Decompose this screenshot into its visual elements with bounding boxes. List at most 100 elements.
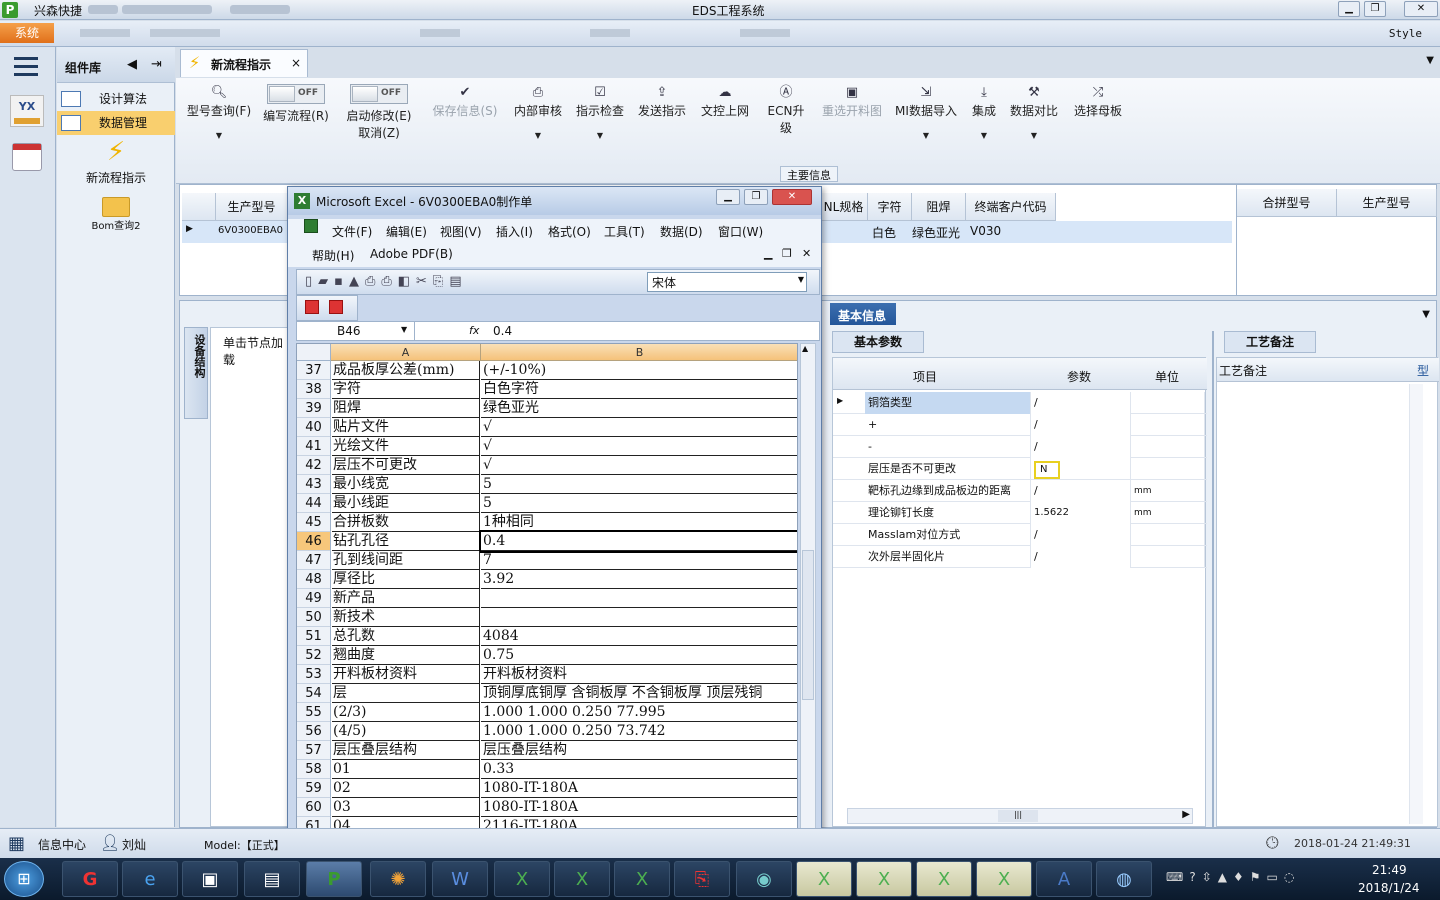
formula-input[interactable]: 0.4	[493, 322, 512, 340]
param-row[interactable]: 层压是否不可更改 N	[833, 458, 1207, 480]
cell-b[interactable]: 5	[481, 475, 797, 494]
row-header[interactable]: 51	[297, 627, 331, 646]
tab-craft-notes[interactable]: 工艺备注	[1224, 331, 1316, 353]
cell-a[interactable]: 03	[332, 798, 480, 817]
component-item-design-algorithm[interactable]: 设计算法	[57, 87, 175, 111]
row-header[interactable]: 39	[297, 399, 331, 418]
menu-edit[interactable]: 编辑(E)	[386, 223, 427, 240]
select-motherboard-button[interactable]: ⤮ 选择母板	[1070, 84, 1126, 154]
taskbar-shell-icon[interactable]: ✺	[370, 861, 426, 897]
cell-b[interactable]: 开料板材资料	[481, 665, 797, 684]
menu-tools[interactable]: 工具(T)	[604, 223, 645, 240]
column-header-a[interactable]: A	[331, 344, 481, 361]
tray-icons[interactable]: ⌨?⇳▲♦⚑▭◌	[1166, 870, 1300, 884]
collapse-left-icon[interactable]: ◀	[127, 57, 137, 72]
scroll-thumb[interactable]: |||	[998, 810, 1038, 822]
chevron-down-icon[interactable]: ▼	[798, 275, 804, 284]
craft-vertical-scrollbar[interactable]	[1409, 384, 1423, 824]
param-row[interactable]: Masslam对位方式 /	[833, 524, 1207, 546]
row-header[interactable]: 45	[297, 513, 331, 532]
cell-b[interactable]: 1080-IT-180A	[481, 798, 797, 817]
horizontal-scrollbar[interactable]: ||| ▶	[847, 808, 1193, 824]
taskbar-excel-icon[interactable]: X	[976, 861, 1032, 897]
scroll-up-icon[interactable]: ▲	[802, 344, 808, 353]
cell-b[interactable]: 3.92	[481, 570, 797, 589]
row-header[interactable]: 59	[297, 779, 331, 798]
taskbar-ie-icon[interactable]: e	[122, 861, 178, 897]
taskbar-excel-icon[interactable]: X	[614, 861, 670, 897]
system-button[interactable]: 系统	[0, 23, 54, 43]
row-header[interactable]: 49	[297, 589, 331, 608]
row-header[interactable]: 38	[297, 380, 331, 399]
cell-a[interactable]: (4/5)	[332, 722, 480, 741]
pdf-mail-icon[interactable]	[329, 300, 343, 314]
close-button[interactable]: ✕	[1404, 1, 1438, 17]
reselect-cutting-button[interactable]: ▣ 重选开料图	[820, 84, 884, 154]
row-header[interactable]: 58	[297, 760, 331, 779]
toggle-switch[interactable]: OFF	[267, 84, 325, 104]
cell-b[interactable]: 1.000 1.000 0.250 73.742	[481, 722, 797, 741]
taskbar-excel-icon[interactable]: X	[916, 861, 972, 897]
row-header[interactable]: 40	[297, 418, 331, 437]
instruction-check-button[interactable]: ☑ 指示检查 ▼	[574, 84, 626, 154]
param-value[interactable]: 1.5622	[1031, 502, 1131, 524]
name-box-dropdown-icon[interactable]: ▼	[401, 325, 407, 334]
row-header[interactable]: 50	[297, 608, 331, 627]
param-row[interactable]: + /	[833, 414, 1207, 436]
info-center-label[interactable]: 信息中心	[38, 836, 86, 853]
cell-a[interactable]: 光绘文件	[332, 437, 480, 456]
taskbar-app-g[interactable]: G	[62, 861, 118, 897]
row-header[interactable]: 44	[297, 494, 331, 513]
yx-factory-icon[interactable]: YX	[10, 95, 44, 127]
taskbar-eye-icon[interactable]: ◉	[736, 861, 792, 897]
start-button[interactable]: ⊞	[4, 861, 44, 897]
cell-b[interactable]	[481, 608, 797, 627]
cell-b[interactable]: √	[481, 437, 797, 456]
cell-a[interactable]: 翘曲度	[332, 646, 480, 665]
save-info-button[interactable]: ✔ 保存信息(S)	[430, 84, 500, 154]
toggle-switch[interactable]: OFF	[350, 84, 408, 104]
send-instruction-button[interactable]: ⇪ 发送指示	[636, 84, 688, 154]
cell-a[interactable]: 层	[332, 684, 480, 703]
vertical-tab-device-structure[interactable]: 设备结构	[184, 327, 208, 419]
cell-a[interactable]: 总孔数	[332, 627, 480, 646]
cell-a[interactable]: 层压不可更改	[332, 456, 480, 475]
integrate-button[interactable]: ⤓ 集成 ▼	[968, 84, 1000, 154]
menu-help[interactable]: 帮助(H)	[312, 247, 354, 264]
minimize-button[interactable]: ▁	[1338, 1, 1360, 17]
cell-a[interactable]: 02	[332, 779, 480, 798]
row-header[interactable]: 46	[297, 532, 331, 551]
section-basic-info[interactable]: 基本信息	[830, 303, 896, 325]
cell-b[interactable]: 7	[481, 551, 797, 570]
taskbar-save-icon[interactable]: ▣	[182, 861, 238, 897]
pin-icon[interactable]: ⇥	[151, 57, 162, 72]
row-header[interactable]: 48	[297, 570, 331, 589]
style-menu[interactable]: Style	[1389, 27, 1422, 40]
menu-file[interactable]: 文件(F)	[332, 223, 372, 240]
cell-b[interactable]	[481, 589, 797, 608]
doc-minimize-icon[interactable]: ▁	[764, 247, 772, 260]
cell-a[interactable]: 开料板材资料	[332, 665, 480, 684]
tab-close-icon[interactable]: ×	[291, 56, 301, 70]
cell-a[interactable]: 层压叠层结构	[332, 741, 480, 760]
row-header[interactable]: 56	[297, 722, 331, 741]
taskbar-globe-icon[interactable]: ◍	[1096, 861, 1152, 897]
data-compare-button[interactable]: ⚒ 数据对比 ▼	[1008, 84, 1060, 154]
tab-basic-params[interactable]: 基本参数	[832, 331, 924, 353]
scroll-thumb[interactable]	[802, 550, 814, 700]
cell-b[interactable]: 5	[481, 494, 797, 513]
cell-b[interactable]: √	[481, 418, 797, 437]
hamburger-menu-icon[interactable]	[14, 57, 38, 77]
cell-a[interactable]: 新技术	[332, 608, 480, 627]
row-header[interactable]: 42	[297, 456, 331, 475]
param-value[interactable]: N	[1034, 461, 1060, 479]
param-value-cell[interactable]: N	[1031, 458, 1131, 480]
start-modify-toggle[interactable]: OFF 启动修改(E) 取消(Z)	[342, 84, 416, 154]
pdf-icon[interactable]	[305, 300, 319, 314]
param-value[interactable]: /	[1031, 546, 1131, 568]
param-row[interactable]: - /	[833, 436, 1207, 458]
row-header[interactable]: 52	[297, 646, 331, 665]
cell-b[interactable]: 4084	[481, 627, 797, 646]
row-header[interactable]: 47	[297, 551, 331, 570]
cell-b[interactable]: 0.4	[479, 530, 797, 553]
